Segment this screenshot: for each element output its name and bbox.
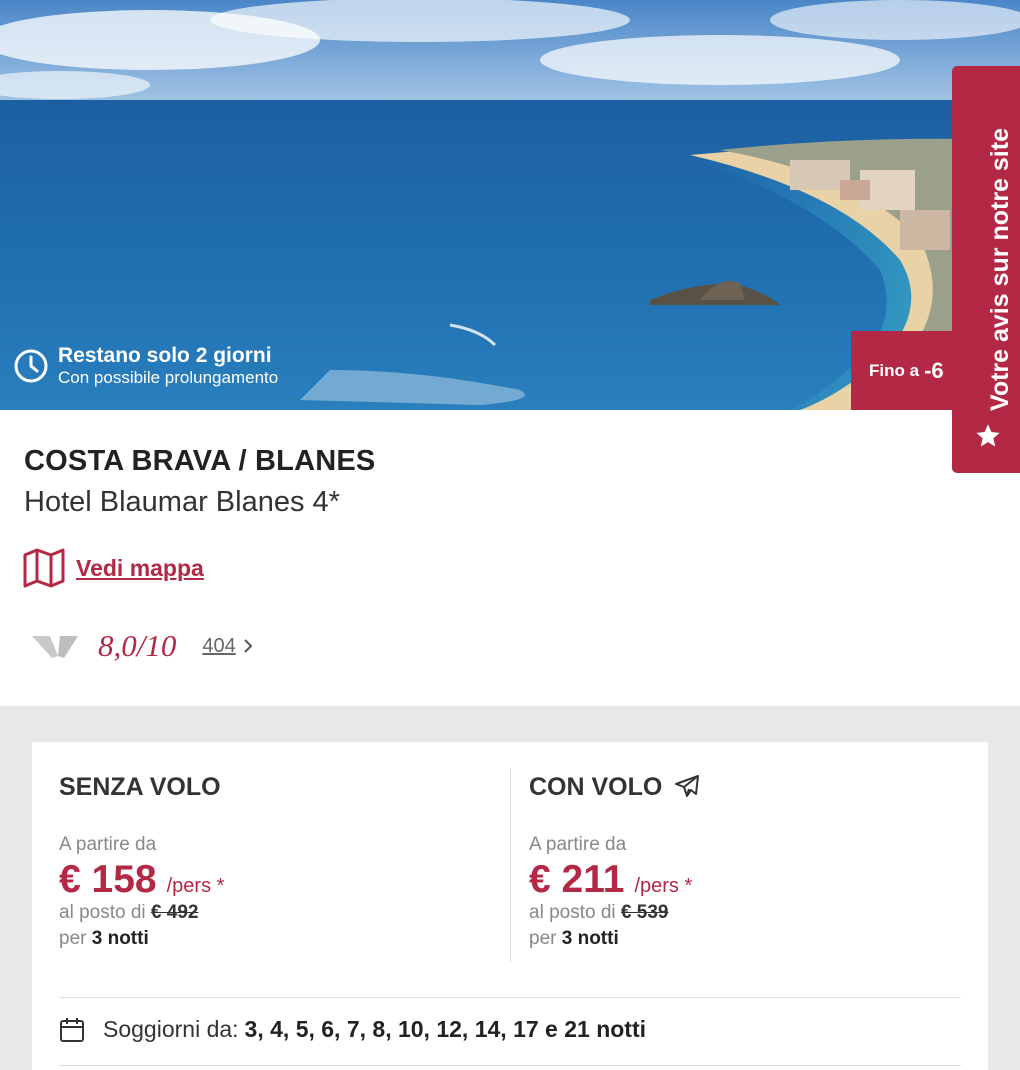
hero-image: Restano solo 2 giorni Con possibile prol…	[0, 0, 1020, 410]
clock-icon	[14, 349, 48, 383]
old-price: € 539	[620, 902, 669, 923]
divider	[59, 1065, 961, 1066]
offer-with-flight[interactable]: CON VOLO A partire da € 211 /pers * al p…	[529, 770, 702, 950]
from-label: A partire da	[59, 834, 157, 855]
timer-subtitle: Con possibile prolungamento	[58, 368, 279, 387]
star-icon	[976, 424, 1000, 447]
map-icon	[23, 548, 65, 588]
instead-label: al posto di	[529, 902, 616, 923]
destination-title: COSTA BRAVA / BLANES	[24, 445, 376, 477]
old-price: € 492	[150, 902, 199, 923]
rating-logo-icon	[32, 636, 78, 658]
column-divider	[510, 768, 511, 962]
chevron-right-icon[interactable]	[242, 637, 254, 655]
per-label: per	[59, 928, 87, 949]
plane-icon	[675, 775, 700, 797]
instead-label: al posto di	[59, 902, 146, 923]
rating-score: 8,0/10	[98, 628, 177, 663]
feedback-tab[interactable]: Votre avis sur notre site	[952, 66, 1020, 473]
hotel-name: Hotel Blaumar Blanes 4*	[24, 486, 340, 518]
stay-durations: Soggiorni da: 3, 4, 5, 6, 7, 8, 10, 12, …	[59, 1016, 646, 1043]
timer-title: Restano solo 2 giorni	[58, 344, 272, 367]
view-map-label: Vedi mappa	[76, 554, 204, 581]
reviews-count-link[interactable]: 404	[202, 635, 235, 658]
per-person: /pers *	[166, 875, 225, 897]
nights: 3 notti	[91, 928, 149, 949]
rating: 8,0/10 404	[30, 628, 254, 664]
price: € 211	[529, 858, 625, 901]
discount-label: Fino a	[869, 360, 920, 380]
price: € 158	[59, 858, 157, 901]
discount-badge: Fino a -6	[851, 331, 961, 410]
feedback-label: Votre avis sur notre site	[986, 128, 1014, 411]
from-label: A partire da	[529, 834, 627, 855]
offer-timer: Restano solo 2 giorni Con possibile prol…	[14, 344, 278, 388]
per-person: /pers *	[634, 875, 693, 897]
stays-label: Soggiorni da:	[103, 1016, 239, 1042]
offer-title: SENZA VOLO	[59, 772, 221, 801]
offer-title: CON VOLO	[529, 772, 663, 801]
per-label: per	[529, 928, 557, 949]
calendar-icon	[60, 1017, 84, 1042]
divider	[59, 997, 961, 998]
discount-value: -6	[924, 357, 944, 383]
nights: 3 notti	[561, 928, 619, 949]
stays-values: 3, 4, 5, 6, 7, 8, 10, 12, 14, 17 e 21 no…	[244, 1016, 647, 1042]
offer-without-flight[interactable]: SENZA VOLO A partire da € 158 /pers * al…	[59, 770, 224, 950]
view-map-link[interactable]: Vedi mappa	[22, 547, 204, 589]
